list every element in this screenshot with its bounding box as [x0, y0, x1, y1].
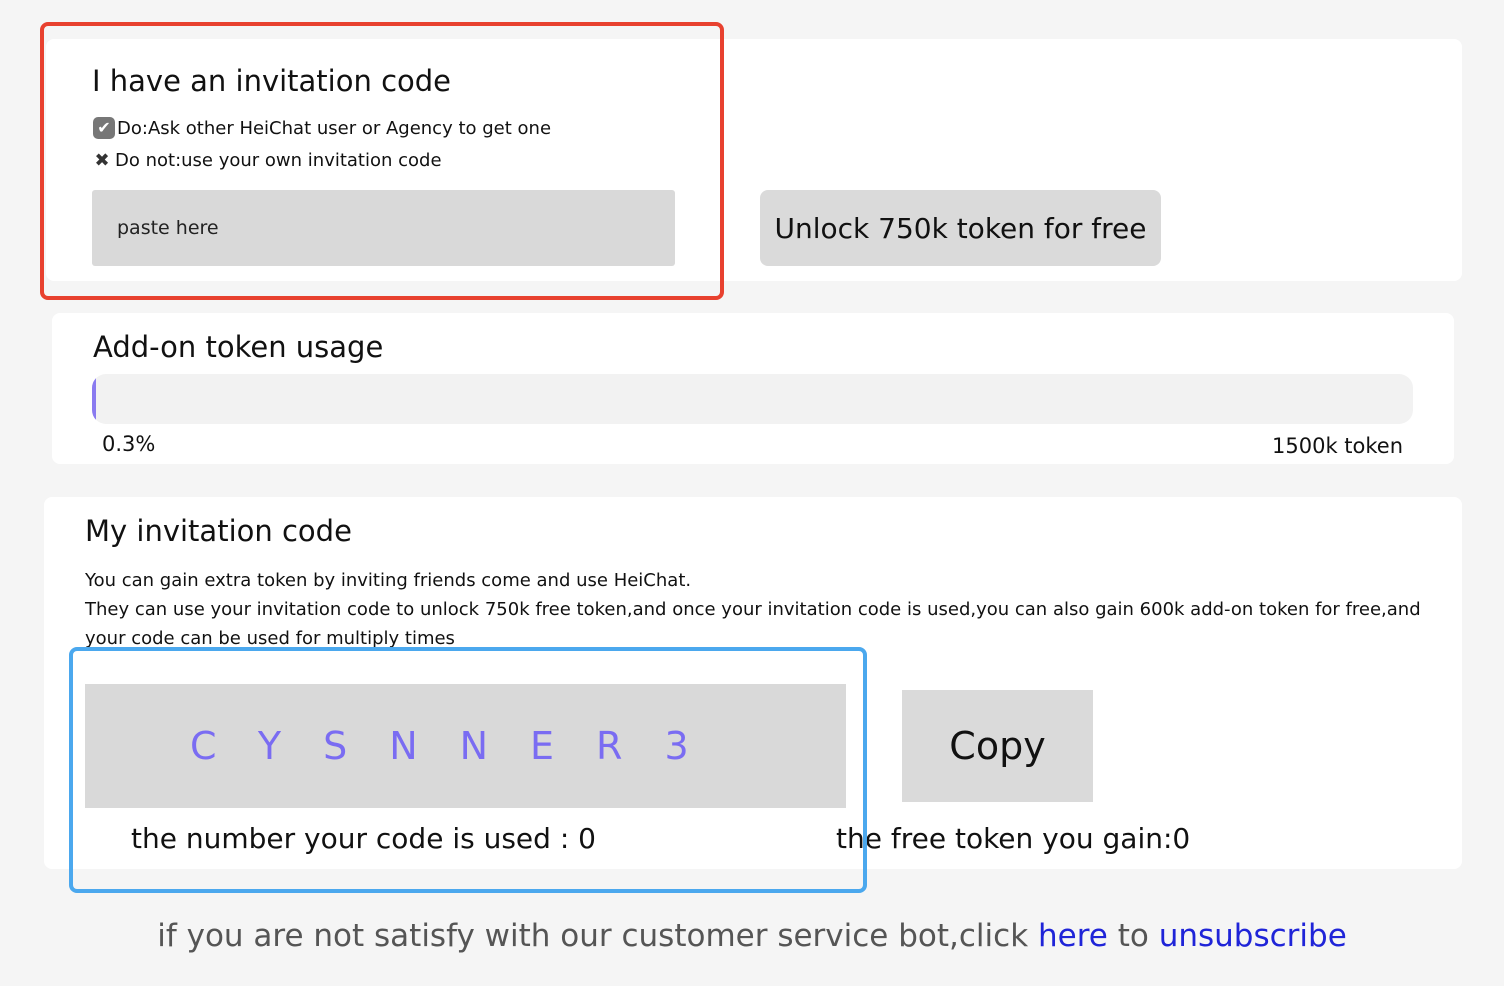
usage-title: Add-on token usage	[93, 330, 384, 364]
footer-prefix: if you are not satisfy with our customer…	[157, 918, 1038, 954]
my-code-card	[44, 497, 1462, 869]
footer-text: if you are not satisfy with our customer…	[0, 918, 1504, 954]
my-code-description-3: your code can be used for multiply times	[85, 628, 455, 648]
footer-middle: to	[1107, 918, 1159, 954]
unlock-token-button[interactable]: Unlock 750k token for free	[760, 190, 1161, 266]
check-icon: ✔	[93, 117, 115, 139]
here-link[interactable]: here	[1038, 918, 1108, 954]
unsubscribe-link[interactable]: unsubscribe	[1159, 918, 1347, 954]
invitation-code-value: CYSNNER3	[190, 724, 731, 768]
usage-progress-bar	[92, 374, 1413, 424]
invite-title: I have an invitation code	[92, 64, 452, 98]
do-rule-text: Do:Ask other HeiChat user or Agency to g…	[117, 117, 552, 139]
code-used-count: the number your code is used : 0	[131, 822, 596, 855]
x-icon: ✖	[94, 150, 110, 171]
my-code-description-2: They can use your invitation code to unl…	[85, 599, 1421, 620]
usage-total: 1500k token	[1272, 434, 1404, 458]
do-rule: ✔ Do:Ask other HeiChat user or Agency to…	[93, 117, 551, 139]
invitation-code-input[interactable]	[92, 190, 675, 266]
usage-percent: 0.3%	[102, 432, 156, 456]
copy-button[interactable]: Copy	[902, 690, 1093, 802]
my-code-description-1: You can gain extra token by inviting fri…	[85, 570, 692, 591]
dont-rule-text: Do not:use your own invitation code	[115, 150, 442, 171]
free-token-gained: the free token you gain:0	[836, 822, 1191, 855]
invitation-code-display: CYSNNER3	[85, 684, 846, 808]
my-code-title: My invitation code	[85, 514, 352, 548]
dont-rule: ✖ Do not:use your own invitation code	[93, 150, 442, 171]
